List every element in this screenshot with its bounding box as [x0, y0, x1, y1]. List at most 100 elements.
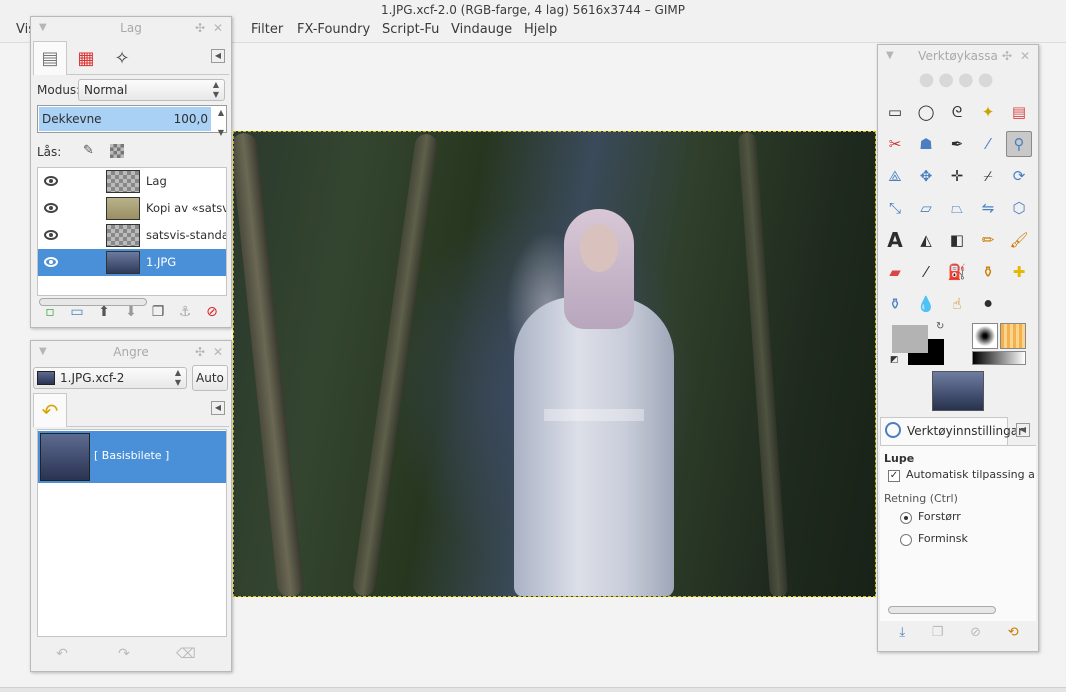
- tab-menu-icon[interactable]: ◀: [211, 401, 225, 415]
- tab-undo-history[interactable]: ↶: [33, 393, 67, 427]
- dock-menu-icon[interactable]: ▼: [886, 45, 894, 67]
- new-layer-icon[interactable]: ▫: [39, 301, 61, 323]
- close-icon[interactable]: ✕: [213, 17, 223, 39]
- pattern-preview[interactable]: [1000, 323, 1026, 349]
- shear-icon[interactable]: ▱: [913, 195, 939, 221]
- layer-row[interactable]: Kopi av «satsvis-: [38, 195, 226, 222]
- zoom-out-radio[interactable]: [900, 534, 912, 546]
- fg-bg-colors[interactable]: ↻ ◩: [890, 321, 950, 367]
- foreground-select-icon[interactable]: ☗: [913, 131, 939, 157]
- paintbrush-icon[interactable]: 🖌: [1006, 227, 1032, 253]
- swap-colors-icon[interactable]: ↻: [936, 321, 944, 332]
- layer-row[interactable]: Lag: [38, 168, 226, 195]
- auto-button[interactable]: Auto: [192, 365, 228, 391]
- perspective-clone-icon[interactable]: ⚱: [882, 291, 908, 317]
- delete-options-icon[interactable]: ⊘: [970, 625, 981, 647]
- image-canvas[interactable]: [233, 131, 876, 597]
- rect-select-icon[interactable]: ▭: [882, 99, 908, 125]
- detach-icon[interactable]: ✣: [195, 17, 205, 39]
- lock-alpha-icon[interactable]: [110, 144, 124, 158]
- crop-icon[interactable]: ⌿: [975, 163, 1001, 189]
- undo-step-icon[interactable]: ↶: [51, 643, 73, 665]
- zoom-in-radio[interactable]: [900, 512, 912, 524]
- color-picker-icon[interactable]: ⁄: [975, 131, 1001, 157]
- perspective-icon[interactable]: ⏢: [944, 195, 970, 221]
- layer-thumbnail: [106, 251, 140, 274]
- tab-layers[interactable]: ▤: [33, 41, 67, 75]
- duplicate-icon[interactable]: ❐: [147, 301, 169, 323]
- blend-icon[interactable]: ◧: [944, 227, 970, 253]
- tab-menu-icon[interactable]: ◀: [1016, 423, 1030, 437]
- tab-channels[interactable]: ▦: [69, 41, 103, 75]
- new-group-icon[interactable]: ▭: [66, 301, 88, 323]
- menu-fx-foundry[interactable]: FX-Foundry: [297, 22, 370, 37]
- align-icon[interactable]: ✛: [944, 163, 970, 189]
- image-select[interactable]: 1.JPG.xcf-2 ▲ ▼: [33, 367, 187, 389]
- tab-menu-icon[interactable]: ◀: [211, 49, 225, 63]
- auto-resize-checkbox[interactable]: ✓: [888, 470, 900, 482]
- detach-icon[interactable]: ✣: [1002, 45, 1012, 67]
- bucket-fill-icon[interactable]: ◭: [913, 227, 939, 253]
- dock-menu-icon[interactable]: ▼: [39, 341, 47, 363]
- menu-script-fu[interactable]: Script-Fu: [382, 22, 439, 37]
- lower-icon[interactable]: ⬇: [120, 301, 142, 323]
- default-colors-icon[interactable]: ◩: [890, 355, 899, 365]
- raise-icon[interactable]: ⬆: [93, 301, 115, 323]
- close-icon[interactable]: ✕: [1020, 45, 1030, 67]
- anchor-icon[interactable]: ⚓: [174, 301, 196, 323]
- brush-preview[interactable]: [972, 323, 998, 349]
- foreground-color[interactable]: [892, 325, 928, 353]
- move-icon[interactable]: ✥: [913, 163, 939, 189]
- eye-icon[interactable]: [44, 257, 58, 267]
- close-icon[interactable]: ✕: [213, 341, 223, 363]
- fuzzy-select-icon[interactable]: ✦: [975, 99, 1001, 125]
- dodge-burn-icon[interactable]: ⚫: [975, 291, 1001, 317]
- lock-pixels-icon[interactable]: ✎: [83, 143, 94, 158]
- eye-icon[interactable]: [44, 176, 58, 186]
- paths-tool-icon[interactable]: ✒: [944, 131, 970, 157]
- smudge-icon[interactable]: ☝: [944, 291, 970, 317]
- measure-icon[interactable]: ⟁: [882, 163, 908, 189]
- zoom-tool-icon[interactable]: ⚲: [1006, 131, 1032, 157]
- airbrush-icon[interactable]: ⁄: [913, 259, 939, 285]
- ink-icon[interactable]: ⛽: [944, 259, 970, 285]
- layer-row[interactable]: 1.JPG: [38, 249, 226, 276]
- rotate-icon[interactable]: ⟳: [1006, 163, 1032, 189]
- clear-history-icon[interactable]: ⌫: [175, 643, 197, 665]
- color-select-icon[interactable]: ▤: [1006, 99, 1032, 125]
- mode-select[interactable]: Normal ▲ ▼: [78, 79, 225, 101]
- restore-options-icon[interactable]: ❐: [932, 625, 944, 647]
- redo-step-icon[interactable]: ↷: [113, 643, 135, 665]
- active-image-preview[interactable]: [932, 371, 984, 411]
- scissors-icon[interactable]: ✂: [882, 131, 908, 157]
- menu-hjelp[interactable]: Hjelp: [524, 22, 557, 37]
- free-select-icon[interactable]: ᘓ: [944, 99, 970, 125]
- heal-icon[interactable]: ✚: [1006, 259, 1032, 285]
- ellipse-select-icon[interactable]: ◯: [913, 99, 939, 125]
- pencil-icon[interactable]: ✏: [975, 227, 1001, 253]
- blur-icon[interactable]: 💧: [913, 291, 939, 317]
- save-options-icon[interactable]: ⤓: [899, 625, 905, 647]
- detach-icon[interactable]: ✣: [195, 341, 205, 363]
- tab-paths[interactable]: ✧: [105, 41, 139, 75]
- eraser-icon[interactable]: ▰: [882, 259, 908, 285]
- flip-icon[interactable]: ⇋: [975, 195, 1001, 221]
- delete-icon[interactable]: ⊘: [201, 301, 223, 323]
- text-tool-icon[interactable]: A: [882, 227, 908, 253]
- horizontal-scrollbar[interactable]: [888, 606, 996, 614]
- spin-arrows-icon[interactable]: ▲ ▼: [218, 108, 224, 138]
- menu-filter[interactable]: Filter: [251, 22, 283, 37]
- menu-vindauge[interactable]: Vindauge: [451, 22, 512, 37]
- layer-row[interactable]: satsvis-standardc: [38, 222, 226, 249]
- eye-icon[interactable]: [44, 203, 58, 213]
- opacity-slider[interactable]: Dekkevne 100,0 ▲ ▼: [37, 105, 227, 137]
- gradient-preview[interactable]: [972, 351, 1026, 365]
- tab-tool-options[interactable]: Verktøyinnstillingar: [880, 417, 1023, 445]
- dock-menu-icon[interactable]: ▼: [39, 17, 47, 39]
- cage-transform-icon[interactable]: ⬡: [1006, 195, 1032, 221]
- scale-icon[interactable]: ⤡: [882, 195, 908, 221]
- clone-icon[interactable]: ⚱: [975, 259, 1001, 285]
- reset-options-icon[interactable]: ⟲: [1008, 625, 1019, 647]
- history-row[interactable]: [ Basisbilete ]: [38, 431, 226, 483]
- eye-icon[interactable]: [44, 230, 58, 240]
